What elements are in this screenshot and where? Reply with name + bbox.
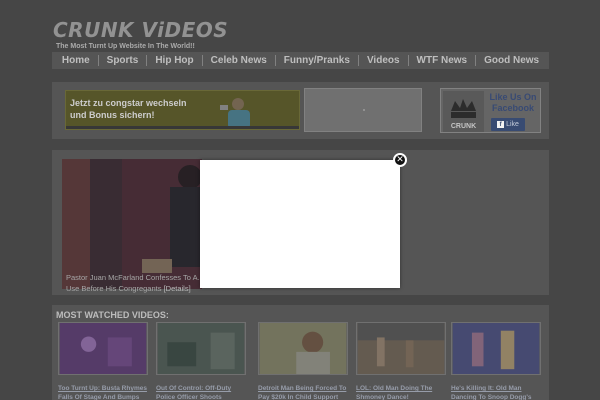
popup-modal[interactable] — [200, 160, 400, 288]
close-icon[interactable]: ✕ — [393, 153, 407, 167]
page-background: CRUNK ViDEOS The Most Turnt Up Website I… — [0, 0, 600, 400]
